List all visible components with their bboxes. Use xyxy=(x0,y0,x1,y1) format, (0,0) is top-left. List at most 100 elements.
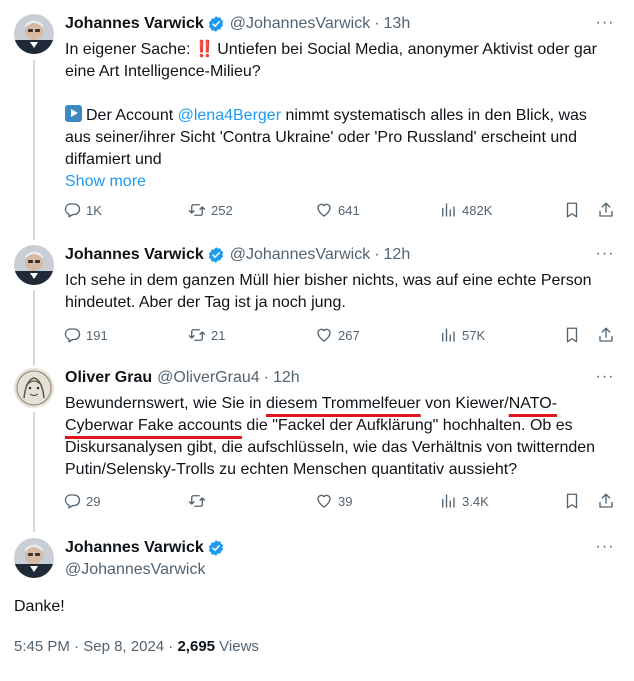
separator-dot: · xyxy=(374,15,380,32)
avatar[interactable] xyxy=(14,245,54,285)
separator-dot: · xyxy=(74,638,80,655)
like-button[interactable]: 641 xyxy=(315,200,360,220)
views-label: Views xyxy=(215,638,259,655)
repost-count: 252 xyxy=(211,202,233,218)
author-name[interactable]: Johannes Varwick xyxy=(65,539,204,557)
tweet-date[interactable]: Sep 8, 2024 xyxy=(83,638,164,655)
tweet-text: Danke! xyxy=(14,598,65,615)
like-button[interactable]: 39 xyxy=(315,491,352,511)
repost-icon xyxy=(188,329,206,341)
share-icon xyxy=(599,202,613,217)
reply-button[interactable]: 191 xyxy=(63,325,108,345)
tweet-meta: 5:45 PM · Sep 8, 2024 · 2,695 Views xyxy=(14,638,259,655)
tweet-time[interactable]: 5:45 PM xyxy=(14,638,70,655)
author-handle[interactable]: @OliverGrau4 xyxy=(157,369,260,387)
tweet-text: In eigener Sache: ‼️ Untiefen bei Social… xyxy=(65,41,597,190)
share-icon xyxy=(599,493,613,508)
author-handle[interactable]: @JohannesVarwick xyxy=(230,246,370,264)
repost-icon xyxy=(188,495,206,507)
reply-button[interactable]: 1K xyxy=(63,200,102,220)
repost-button[interactable]: 21 xyxy=(188,325,225,345)
highlighted-phrase: NATO- xyxy=(508,395,558,412)
author-handle[interactable]: @JohannesVarwick xyxy=(65,561,205,579)
share-button[interactable] xyxy=(597,491,615,511)
author-handle-row: @JohannesVarwick xyxy=(65,560,205,580)
views-icon xyxy=(442,494,455,508)
bookmark-button[interactable] xyxy=(563,200,581,220)
separator-dot: · xyxy=(263,369,269,386)
verified-badge-icon xyxy=(208,247,223,263)
repost-count: 21 xyxy=(211,327,226,343)
views-icon xyxy=(442,203,455,217)
reply-button[interactable]: 29 xyxy=(63,491,100,511)
more-options-icon[interactable]: ··· xyxy=(594,368,616,388)
verified-badge-icon xyxy=(208,16,223,32)
separator-dot: · xyxy=(374,246,380,263)
more-options-icon[interactable]: ··· xyxy=(594,14,616,34)
author-name[interactable]: Oliver Grau xyxy=(65,369,152,387)
avatar[interactable] xyxy=(14,14,54,54)
tweet-header: Johannes Varwick @JohannesVarwick · 12h xyxy=(65,245,410,265)
repost-button[interactable]: 252 xyxy=(188,200,233,220)
avatar[interactable] xyxy=(14,368,54,408)
author-name[interactable]: Johannes Varwick xyxy=(65,15,204,33)
reply-count: 1K xyxy=(86,202,102,218)
more-options-icon[interactable]: ··· xyxy=(594,245,616,265)
tweet-header: Johannes Varwick xyxy=(65,538,225,558)
views-button[interactable]: 3.4K xyxy=(439,491,489,511)
like-count: 641 xyxy=(338,202,360,218)
views-icon xyxy=(442,328,455,342)
views-button[interactable]: 57K xyxy=(439,325,485,345)
views-button[interactable]: 482K xyxy=(439,200,492,220)
heart-icon xyxy=(317,328,331,342)
repost-icon xyxy=(188,204,206,216)
mention-link[interactable]: @lena4Berger xyxy=(178,107,281,124)
reply-count: 29 xyxy=(86,493,101,509)
share-button[interactable] xyxy=(597,200,615,220)
reply-icon xyxy=(64,494,81,509)
views-count: 57K xyxy=(462,327,486,343)
avatar[interactable] xyxy=(14,538,54,578)
thread-line xyxy=(33,290,35,365)
play-button-emoji-icon xyxy=(65,105,82,122)
highlighted-phrase: diesem Trommelfeuer xyxy=(265,395,421,412)
tweet-time[interactable]: 12h xyxy=(384,246,411,264)
highlighted-phrase: Cyberwar Fake accounts xyxy=(65,417,242,434)
tweet-actions: 191 21 267 57K xyxy=(63,325,618,345)
like-count: 39 xyxy=(338,493,353,509)
tweet-actions: 29 39 3.4K xyxy=(63,491,618,511)
tweet-text: Ich sehe in dem ganzen Müll hier bisher … xyxy=(65,272,592,311)
bookmark-button[interactable] xyxy=(563,491,581,511)
author-handle[interactable]: @JohannesVarwick xyxy=(230,15,370,33)
share-button[interactable] xyxy=(597,325,615,345)
tweet-header: Johannes Varwick @JohannesVarwick · 13h xyxy=(65,14,410,34)
thread-line xyxy=(33,412,35,532)
tweet-actions: 1K 252 641 482K xyxy=(63,200,618,220)
like-count: 267 xyxy=(338,327,360,343)
heart-icon xyxy=(317,203,331,217)
verified-badge-icon xyxy=(208,540,223,556)
bookmark-button[interactable] xyxy=(563,325,581,345)
tweet-time[interactable]: 12h xyxy=(273,369,300,387)
tweet-time[interactable]: 13h xyxy=(384,15,411,33)
heart-icon xyxy=(317,494,331,508)
repost-button[interactable] xyxy=(188,491,211,511)
separator-dot: · xyxy=(168,638,174,655)
reply-icon xyxy=(64,328,81,343)
bookmark-icon xyxy=(566,202,578,218)
views-total: 2,695 xyxy=(177,638,216,655)
tweet-header: Oliver Grau @OliverGrau4 · 12h xyxy=(65,368,300,388)
views-count: 3.4K xyxy=(462,493,489,509)
like-button[interactable]: 267 xyxy=(315,325,360,345)
views-count: 482K xyxy=(462,202,493,218)
reply-count: 191 xyxy=(86,327,108,343)
bookmark-icon xyxy=(566,493,578,509)
reply-icon xyxy=(64,203,81,218)
tweet-text: Bewundernswert, wie Sie in diesem Tromme… xyxy=(65,395,596,478)
double-exclamation-icon: ‼️ xyxy=(194,41,215,58)
author-name[interactable]: Johannes Varwick xyxy=(65,246,204,264)
more-options-icon[interactable]: ··· xyxy=(594,538,616,558)
show-more-link[interactable]: Show more xyxy=(65,173,146,190)
thread-line xyxy=(33,60,35,240)
share-icon xyxy=(599,327,613,342)
